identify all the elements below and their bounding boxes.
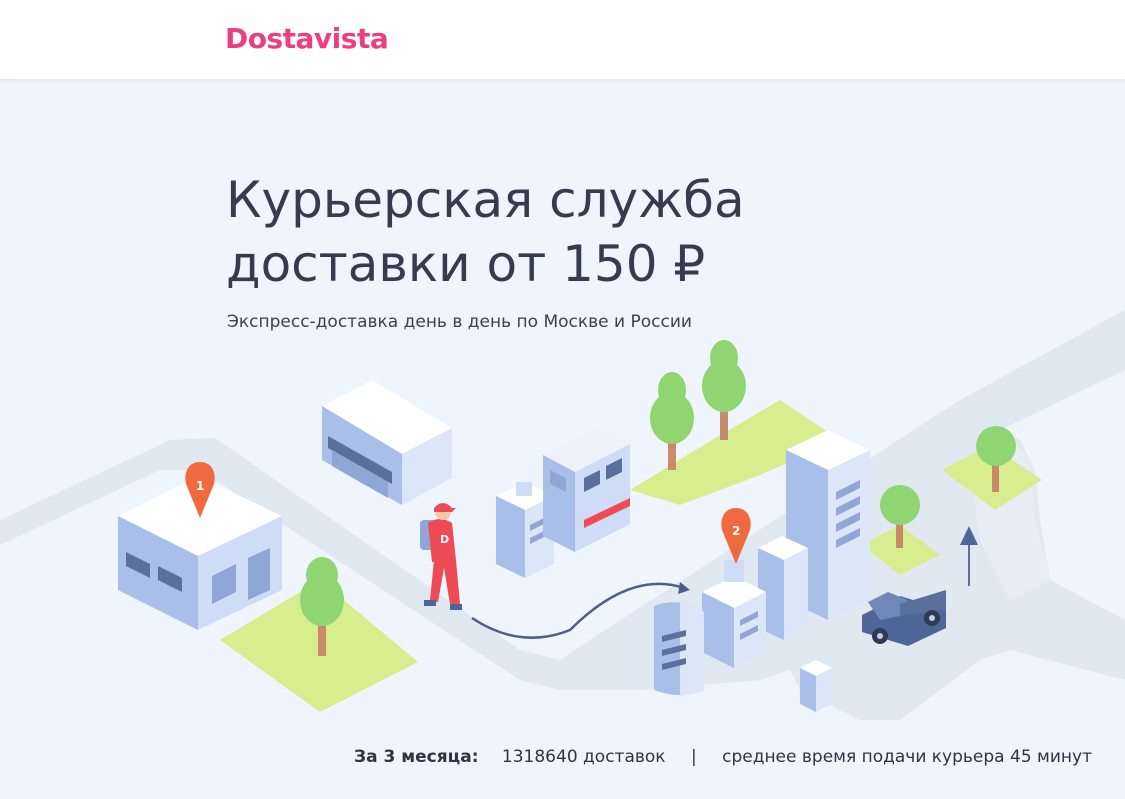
hero-title: Курьерская служба доставки от 150 ₽ <box>226 168 745 296</box>
pin-1-label: 1 <box>196 479 204 493</box>
stats-bar: За 3 месяца: 1318640 доставок | среднее … <box>354 747 1092 767</box>
landing-page: Dostavista D 1 2 Курьерская служба доста… <box>0 0 1125 799</box>
hero-title-line-2: доставки от 150 ₽ <box>226 235 706 293</box>
stats-separator: | <box>690 747 697 767</box>
curved-tower <box>654 600 704 696</box>
stats-avg-time: среднее время подачи курьера 45 минут <box>722 747 1092 767</box>
hero-title-line-1: Курьерская служба <box>226 171 745 229</box>
logo[interactable]: Dostavista <box>225 22 389 55</box>
trash-bin <box>800 660 832 712</box>
hero-subtitle: Экспресс-доставка день в день по Москве … <box>227 312 692 332</box>
courier-shirt-letter: D <box>440 533 449 546</box>
site-header: Dostavista <box>0 0 1125 79</box>
stats-deliveries: 1318640 доставок <box>501 747 666 767</box>
shop-building <box>543 426 630 552</box>
pin-2-label: 2 <box>732 524 740 538</box>
warehouse-building <box>322 380 452 505</box>
stats-label: За 3 месяца: <box>354 747 479 767</box>
